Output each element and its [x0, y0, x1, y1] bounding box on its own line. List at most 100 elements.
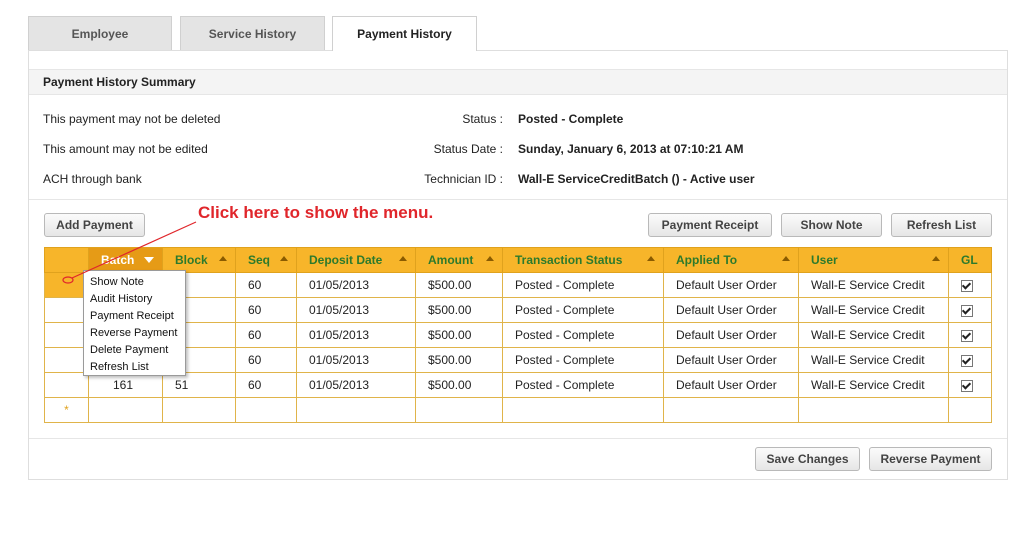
cell-gl[interactable]: [948, 347, 992, 373]
row-selector[interactable]: [44, 297, 89, 323]
grid-corner: [44, 247, 89, 273]
column-label: Seq: [248, 253, 271, 267]
grid-header-row: Batch Block Seq Deposit Date Amount Tran…: [44, 247, 992, 273]
gl-checkbox[interactable]: [961, 304, 973, 317]
cell-batch[interactable]: 161: [88, 372, 163, 398]
cell-batch[interactable]: [88, 397, 163, 423]
tab-service-history[interactable]: Service History: [180, 16, 325, 50]
column-label: Transaction Status: [515, 253, 623, 267]
dropdown-arrow-icon[interactable]: [144, 257, 154, 263]
cell-seq[interactable]: 60: [235, 272, 297, 298]
column-header-user[interactable]: User: [798, 247, 949, 273]
menu-item-delete-payment[interactable]: Delete Payment: [84, 342, 185, 359]
cell-user[interactable]: [798, 397, 949, 423]
cell-transaction-status[interactable]: Posted - Complete: [502, 297, 664, 323]
cell-user[interactable]: Wall-E Service Credit: [798, 372, 949, 398]
table-row[interactable]: 1 60 01/05/2013 $500.00 Posted - Complet…: [44, 347, 992, 373]
menu-item-payment-receipt[interactable]: Payment Receipt: [84, 308, 185, 325]
cell-transaction-status[interactable]: Posted - Complete: [502, 372, 664, 398]
payment-grid: Batch Block Seq Deposit Date Amount Tran…: [44, 247, 992, 423]
row-selector[interactable]: [44, 272, 89, 298]
column-header-gl[interactable]: GL: [948, 247, 992, 273]
cell-amount[interactable]: [415, 397, 503, 423]
gl-checkbox[interactable]: [961, 379, 973, 392]
cell-seq[interactable]: 60: [235, 347, 297, 373]
column-header-transaction-status[interactable]: Transaction Status: [502, 247, 664, 273]
cell-block[interactable]: [162, 397, 236, 423]
cell-user[interactable]: Wall-E Service Credit: [798, 272, 949, 298]
cell-deposit-date[interactable]: 01/05/2013: [296, 272, 416, 298]
table-row[interactable]: 1 60 01/05/2013 $500.00 Posted - Complet…: [44, 322, 992, 348]
cell-amount[interactable]: $500.00: [415, 372, 503, 398]
column-label: User: [811, 253, 838, 267]
gl-checkbox[interactable]: [961, 279, 973, 292]
tab-payment-history[interactable]: Payment History: [332, 16, 477, 51]
cell-applied-to[interactable]: Default User Order: [663, 347, 799, 373]
reverse-payment-button[interactable]: Reverse Payment: [869, 447, 992, 471]
row-selector[interactable]: [44, 372, 89, 398]
table-row[interactable]: 1 60 01/05/2013 $500.00 Posted - Complet…: [44, 297, 992, 323]
cell-amount[interactable]: $500.00: [415, 297, 503, 323]
status-date-value: Sunday, January 6, 2013 at 07:10:21 AM: [518, 142, 744, 156]
column-label: Batch: [101, 253, 135, 267]
column-header-deposit-date[interactable]: Deposit Date: [296, 247, 416, 273]
row-selector[interactable]: [44, 347, 89, 373]
sort-asc-icon: [782, 256, 790, 261]
table-row[interactable]: 1 60 01/05/2013 $500.00 Posted - Complet…: [44, 272, 992, 298]
cell-gl[interactable]: [948, 322, 992, 348]
cell-transaction-status[interactable]: Posted - Complete: [502, 272, 664, 298]
cell-amount[interactable]: $500.00: [415, 347, 503, 373]
gl-checkbox[interactable]: [961, 329, 973, 342]
menu-item-audit-history[interactable]: Audit History: [84, 291, 185, 308]
new-row-star: *: [64, 403, 69, 417]
cell-applied-to[interactable]: Default User Order: [663, 272, 799, 298]
cell-seq[interactable]: 60: [235, 322, 297, 348]
tab-employee[interactable]: Employee: [28, 16, 172, 50]
menu-item-refresh-list[interactable]: Refresh List: [84, 359, 185, 376]
cell-applied-to[interactable]: [663, 397, 799, 423]
cell-block[interactable]: 51: [162, 372, 236, 398]
cell-user[interactable]: Wall-E Service Credit: [798, 347, 949, 373]
cell-deposit-date[interactable]: 01/05/2013: [296, 297, 416, 323]
cell-gl[interactable]: [948, 372, 992, 398]
column-label: Block: [175, 253, 208, 267]
cell-deposit-date[interactable]: [296, 397, 416, 423]
column-header-applied-to[interactable]: Applied To: [663, 247, 799, 273]
cell-user[interactable]: Wall-E Service Credit: [798, 297, 949, 323]
cell-seq[interactable]: 60: [235, 297, 297, 323]
cell-transaction-status[interactable]: Posted - Complete: [502, 347, 664, 373]
cell-transaction-status[interactable]: Posted - Complete: [502, 322, 664, 348]
cell-user[interactable]: Wall-E Service Credit: [798, 322, 949, 348]
cell-gl[interactable]: [948, 297, 992, 323]
column-header-block[interactable]: Block: [162, 247, 236, 273]
menu-item-show-note[interactable]: Show Note: [84, 274, 185, 291]
cell-deposit-date[interactable]: 01/05/2013: [296, 372, 416, 398]
cell-amount[interactable]: $500.00: [415, 322, 503, 348]
summary-title: Payment History Summary: [29, 69, 1007, 95]
save-changes-button[interactable]: Save Changes: [755, 447, 860, 471]
show-note-button[interactable]: Show Note: [781, 213, 882, 237]
cell-applied-to[interactable]: Default User Order: [663, 372, 799, 398]
column-header-amount[interactable]: Amount: [415, 247, 503, 273]
table-row[interactable]: 161 51 60 01/05/2013 $500.00 Posted - Co…: [44, 372, 992, 398]
column-header-seq[interactable]: Seq: [235, 247, 297, 273]
cell-applied-to[interactable]: Default User Order: [663, 322, 799, 348]
gl-checkbox[interactable]: [961, 354, 973, 367]
menu-item-reverse-payment[interactable]: Reverse Payment: [84, 325, 185, 342]
add-payment-button[interactable]: Add Payment: [44, 213, 145, 237]
refresh-list-button[interactable]: Refresh List: [891, 213, 992, 237]
cell-applied-to[interactable]: Default User Order: [663, 297, 799, 323]
new-row[interactable]: *: [44, 397, 992, 423]
cell-seq[interactable]: 60: [235, 372, 297, 398]
cell-gl[interactable]: [948, 272, 992, 298]
column-header-batch[interactable]: Batch: [88, 247, 163, 273]
row-selector[interactable]: [44, 322, 89, 348]
cell-gl[interactable]: [948, 397, 992, 423]
cell-deposit-date[interactable]: 01/05/2013: [296, 322, 416, 348]
payment-receipt-button[interactable]: Payment Receipt: [648, 213, 772, 237]
cell-deposit-date[interactable]: 01/05/2013: [296, 347, 416, 373]
cell-transaction-status[interactable]: [502, 397, 664, 423]
note-not-deleted: This payment may not be deleted: [43, 112, 221, 126]
cell-amount[interactable]: $500.00: [415, 272, 503, 298]
cell-seq[interactable]: [235, 397, 297, 423]
